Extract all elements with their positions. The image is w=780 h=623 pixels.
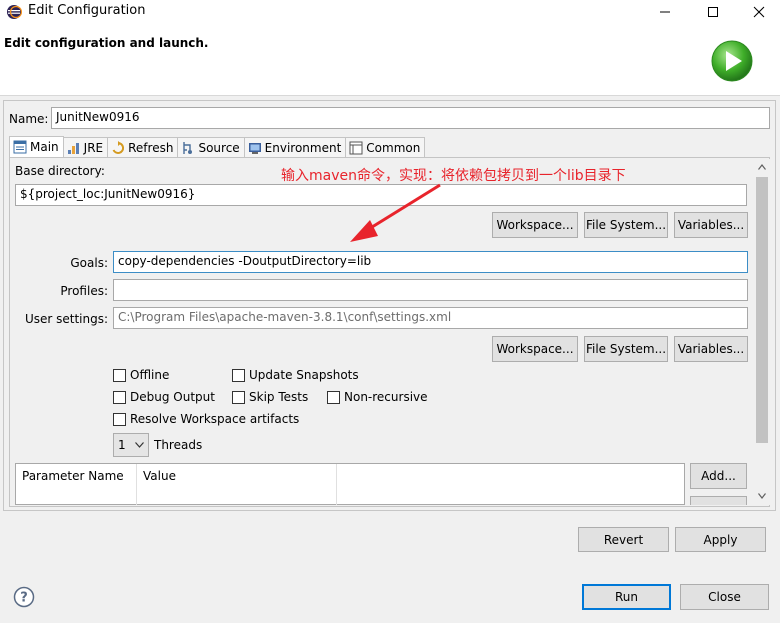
- scroll-up-icon[interactable]: [758, 164, 766, 170]
- title-bar: Edit Configuration: [0, 0, 780, 24]
- tab-refresh[interactable]: Refresh: [108, 137, 179, 158]
- settings-variables-button[interactable]: Variables...: [674, 336, 748, 362]
- tab-bar: Main JRE Refresh Source Environment Comm…: [9, 136, 426, 158]
- tab-label: JRE: [83, 140, 104, 155]
- common-icon: [349, 141, 363, 154]
- tab-source[interactable]: Source: [178, 137, 245, 158]
- base-directory-label: Base directory:: [15, 164, 105, 178]
- checkbox-box[interactable]: [232, 368, 245, 382]
- scroll-down-icon[interactable]: [758, 493, 766, 499]
- maximize-button[interactable]: [690, 0, 736, 24]
- dialog-header: Edit configuration and launch.: [0, 24, 780, 96]
- tab-label: Main: [30, 140, 59, 154]
- checkbox-label: Resolve Workspace artifacts: [130, 412, 300, 426]
- help-icon[interactable]: ?: [13, 586, 35, 608]
- name-label: Name:: [9, 112, 49, 126]
- vertical-scrollbar[interactable]: [754, 159, 770, 505]
- offline-checkbox[interactable]: Offline: [113, 368, 169, 382]
- skip-tests-checkbox[interactable]: Skip Tests: [232, 390, 308, 404]
- name-field[interactable]: JunitNew0916: [51, 107, 770, 129]
- parameter-table[interactable]: Parameter Name Value: [15, 463, 685, 505]
- checkbox-label: Skip Tests: [249, 390, 309, 404]
- settings-workspace-button[interactable]: Workspace...: [492, 336, 578, 362]
- refresh-icon: [112, 140, 125, 154]
- threads-label: Threads: [154, 438, 203, 452]
- checkbox-box[interactable]: [113, 390, 126, 404]
- maximize-icon: [708, 7, 718, 17]
- jre-icon: [67, 142, 79, 154]
- scroll-thumb[interactable]: [756, 177, 768, 443]
- apply-button[interactable]: Apply: [675, 527, 766, 552]
- profiles-label: Profiles:: [60, 284, 108, 298]
- tab-label: Source: [198, 140, 240, 155]
- close-window-button[interactable]: [736, 0, 780, 24]
- environment-icon: [248, 142, 261, 154]
- file-system-button[interactable]: File System...: [584, 212, 668, 238]
- checkbox-box[interactable]: [232, 390, 245, 404]
- run-icon: [711, 40, 753, 82]
- tab-label: Refresh: [128, 140, 174, 155]
- checkbox-box[interactable]: [327, 390, 340, 404]
- column-header-parameter-name[interactable]: Parameter Name: [16, 464, 137, 505]
- minimize-button[interactable]: [642, 0, 688, 24]
- goals-label: Goals:: [70, 256, 108, 270]
- user-settings-field[interactable]: C:\Program Files\apache-maven-3.8.1\conf…: [113, 307, 748, 329]
- update-snapshots-checkbox[interactable]: Update Snapshots: [232, 368, 359, 382]
- minimize-icon: [660, 11, 670, 13]
- edit-parameter-button-partial[interactable]: [690, 496, 747, 505]
- window-title: Edit Configuration: [28, 3, 146, 18]
- threads-value: 1: [118, 438, 126, 452]
- checkbox-box[interactable]: [113, 368, 126, 382]
- tab-label: Environment: [264, 140, 342, 155]
- checkbox-label: Offline: [130, 368, 170, 382]
- tab-jre[interactable]: JRE: [63, 137, 109, 158]
- profiles-field[interactable]: [113, 279, 748, 301]
- debug-output-checkbox[interactable]: Debug Output: [113, 390, 215, 404]
- tab-common[interactable]: Common: [346, 137, 426, 158]
- column-header-value[interactable]: Value: [137, 464, 337, 505]
- variables-button[interactable]: Variables...: [674, 212, 748, 238]
- checkbox-label: Debug Output: [130, 390, 215, 404]
- add-parameter-button[interactable]: Add...: [690, 463, 747, 489]
- goals-field[interactable]: copy-dependencies -DoutputDirectory=lib: [113, 251, 748, 273]
- header-title: Edit configuration and launch.: [4, 36, 209, 50]
- tab-main[interactable]: Main: [9, 136, 64, 158]
- settings-file-system-button[interactable]: File System...: [584, 336, 668, 362]
- tab-environment[interactable]: Environment: [244, 137, 347, 158]
- close-button[interactable]: Close: [680, 584, 769, 610]
- resolve-workspace-checkbox[interactable]: Resolve Workspace artifacts: [113, 412, 299, 426]
- non-recursive-checkbox[interactable]: Non-recursive: [327, 390, 428, 404]
- close-icon: [753, 6, 765, 18]
- chevron-down-icon: [135, 442, 144, 448]
- workspace-button[interactable]: Workspace...: [492, 212, 578, 238]
- threads-select[interactable]: 1: [113, 433, 149, 457]
- user-settings-label: User settings:: [24, 312, 108, 326]
- main-tab-icon: [13, 140, 27, 154]
- revert-button[interactable]: Revert: [578, 527, 669, 552]
- source-icon: [183, 141, 193, 154]
- eclipse-icon: [7, 5, 22, 19]
- tab-label: Common: [366, 140, 421, 155]
- checkbox-label: Non-recursive: [344, 390, 428, 404]
- run-button[interactable]: Run: [582, 584, 671, 610]
- checkbox-box[interactable]: [113, 412, 126, 426]
- annotation-arrow-icon: [350, 183, 441, 242]
- svg-text:?: ?: [20, 591, 28, 606]
- checkbox-label: Update Snapshots: [249, 368, 359, 382]
